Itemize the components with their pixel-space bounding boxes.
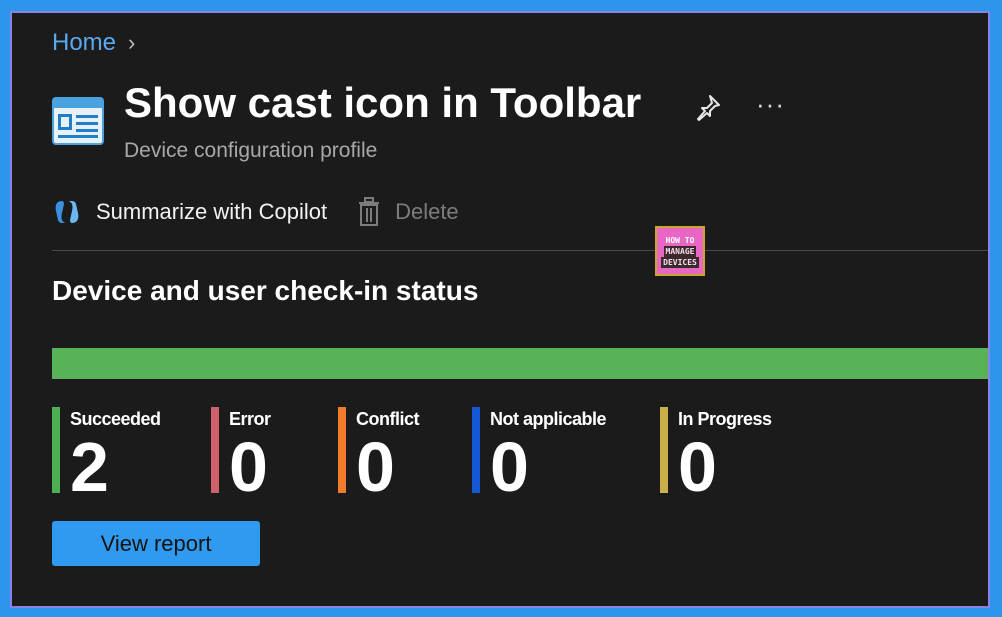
stat-value: 0 (678, 428, 717, 506)
summarize-with-copilot-button[interactable]: Summarize with Copilot (52, 198, 327, 226)
stat-label: Conflict (356, 409, 420, 429)
check-in-status-bar (52, 348, 988, 379)
logo-line-3: DEVICES (661, 256, 699, 268)
conflict-stat[interactable]: Conflict 0 (338, 407, 420, 502)
not-applicable-stat[interactable]: Not applicable 0 (472, 407, 607, 502)
error-stat[interactable]: Error 0 (211, 407, 271, 502)
trash-icon (359, 197, 380, 226)
in-progress-stat[interactable]: In Progress 0 (660, 407, 772, 502)
logo-line-2: MANAGE (663, 245, 697, 257)
view-report-button[interactable]: View report (52, 521, 260, 566)
device-configuration-icon (52, 97, 104, 145)
chevron-right-icon: › (128, 30, 136, 55)
copilot-button-label: Summarize with Copilot (96, 199, 328, 224)
copilot-icon (55, 201, 79, 223)
succeeded-stat[interactable]: Succeeded 2 (52, 407, 161, 502)
breadcrumb-home-link[interactable]: Home (52, 29, 116, 57)
how-to-manage-devices-logo: HOW TO MANAGE DEVICES (655, 226, 705, 276)
stat-value: 0 (356, 428, 395, 506)
stat-value: 0 (490, 428, 529, 506)
delete-button[interactable]: Delete (357, 197, 459, 227)
page-title: Show cast icon in Toolbar (124, 79, 642, 126)
breadcrumb: Home › (52, 29, 135, 57)
more-options-icon[interactable]: ··· (756, 89, 785, 120)
stat-value: 0 (229, 428, 268, 506)
check-in-status-heading: Device and user check-in status (52, 275, 479, 306)
stat-label: Error (229, 409, 271, 429)
pin-icon[interactable] (694, 93, 722, 121)
stat-label: Not applicable (490, 409, 607, 429)
toolbar-divider (52, 250, 988, 251)
stat-value: 2 (70, 428, 109, 506)
delete-button-label: Delete (395, 199, 459, 224)
logo-line-1: HOW TO (665, 235, 695, 245)
page-subtitle: Device configuration profile (124, 139, 378, 162)
stat-label: In Progress (678, 409, 772, 429)
stat-label: Succeeded (70, 409, 161, 429)
profile-overview-pane: Home › Show cast icon in Toolbar ··· Dev… (10, 11, 990, 608)
command-bar: Summarize with Copilot Delete (52, 197, 459, 227)
